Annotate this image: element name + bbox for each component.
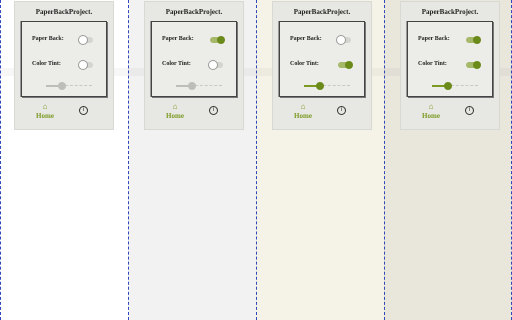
slider-thumb[interactable]: [188, 82, 197, 90]
home-label: Home: [36, 112, 54, 120]
toggle-knob: [473, 61, 481, 69]
paper-back-toggle[interactable]: [210, 36, 225, 44]
dashed-divider: [0, 0, 1, 320]
slider-thumb[interactable]: [444, 82, 453, 90]
toggle-knob: [345, 61, 353, 69]
home-button[interactable]: ⌂ Home: [289, 102, 317, 121]
toggle-knob: [79, 61, 87, 69]
paper-back-label: Paper Back:: [418, 36, 450, 42]
extension-popup: PaperBackProject. Paper Back: Color Tint…: [145, 2, 243, 129]
popup-title: PaperBackProject.: [293, 8, 351, 16]
tint-slider[interactable]: [432, 82, 478, 90]
slider-thumb[interactable]: [316, 82, 325, 90]
paper-back-toggle[interactable]: [466, 36, 481, 44]
color-tint-label: Color Tint:: [290, 61, 319, 67]
color-tint-label: Color Tint:: [32, 61, 61, 67]
settings-frame: Paper Back: Color Tint:: [151, 21, 237, 97]
paper-back-toggle[interactable]: [79, 36, 93, 44]
home-button[interactable]: ⌂ Home: [161, 102, 189, 121]
settings-frame: Paper Back: Color Tint:: [407, 21, 493, 97]
color-tint-label: Color Tint:: [418, 61, 447, 67]
toggle-knob: [79, 36, 87, 44]
info-icon[interactable]: i: [209, 106, 218, 115]
paper-back-label: Paper Back:: [162, 36, 194, 42]
home-label: Home: [422, 112, 440, 120]
color-tint-toggle[interactable]: [338, 61, 353, 69]
slider-thumb[interactable]: [58, 82, 67, 90]
popup-title: PaperBackProject.: [421, 8, 479, 16]
tint-slider[interactable]: [304, 82, 350, 90]
paper-back-label: Paper Back:: [32, 36, 64, 42]
info-icon[interactable]: i: [465, 106, 474, 115]
dashed-divider: [384, 0, 385, 320]
extension-popup: PaperBackProject. Paper Back: Color Tint…: [15, 2, 113, 129]
popup-title: PaperBackProject.: [165, 8, 223, 16]
popup-title: PaperBackProject.: [35, 8, 93, 16]
info-icon[interactable]: i: [79, 106, 88, 115]
paper-back-label: Paper Back:: [290, 36, 322, 42]
toggle-knob: [209, 61, 217, 69]
toggle-knob: [337, 36, 345, 44]
extension-popup: PaperBackProject. Paper Back: Color Tint…: [273, 2, 371, 129]
extension-popup: PaperBackProject. Paper Back: Color Tint…: [401, 2, 499, 129]
tint-slider[interactable]: [46, 82, 92, 90]
home-button[interactable]: ⌂ Home: [417, 102, 445, 121]
home-icon: ⌂: [300, 102, 306, 111]
home-icon: ⌂: [42, 102, 48, 111]
paper-back-toggle[interactable]: [337, 36, 351, 44]
toggle-knob: [473, 36, 481, 44]
toggle-knob: [217, 36, 225, 44]
home-icon: ⌂: [172, 102, 178, 111]
color-tint-toggle[interactable]: [79, 61, 93, 69]
home-button[interactable]: ⌂ Home: [31, 102, 59, 121]
color-tint-toggle[interactable]: [209, 61, 223, 69]
home-label: Home: [166, 112, 184, 120]
tint-slider[interactable]: [176, 82, 222, 90]
settings-frame: Paper Back: Color Tint:: [21, 21, 107, 97]
dashed-divider: [256, 0, 257, 320]
home-label: Home: [294, 112, 312, 120]
settings-frame: Paper Back: Color Tint:: [279, 21, 365, 97]
info-icon[interactable]: i: [337, 106, 346, 115]
home-icon: ⌂: [428, 102, 434, 111]
color-tint-toggle[interactable]: [466, 61, 481, 69]
dashed-divider: [128, 0, 129, 320]
color-tint-label: Color Tint:: [162, 61, 191, 67]
